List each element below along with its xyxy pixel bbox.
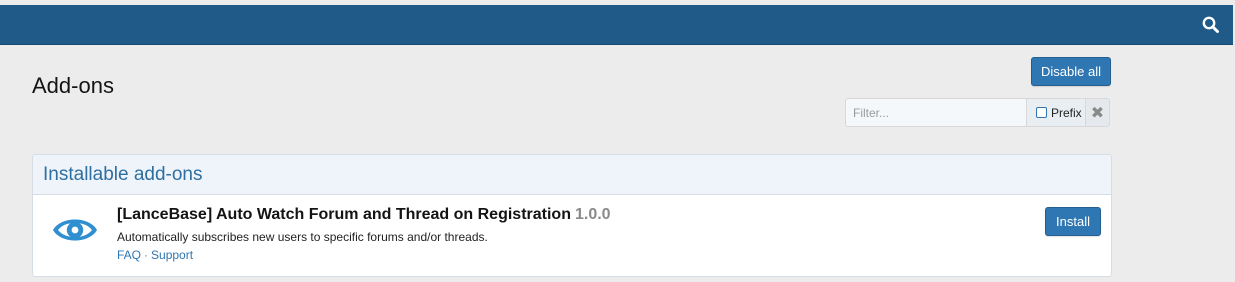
eye-icon bbox=[51, 211, 99, 249]
addon-title: [LanceBase] Auto Watch Forum and Thread … bbox=[117, 206, 611, 224]
addon-links: FAQ · Support bbox=[117, 248, 193, 262]
disable-all-button[interactable]: Disable all bbox=[1031, 57, 1111, 86]
prefix-label: Prefix bbox=[1051, 105, 1082, 120]
addon-row: [LanceBase] Auto Watch Forum and Thread … bbox=[33, 195, 1111, 275]
installable-addons-heading: Installable add-ons bbox=[33, 155, 1111, 195]
filter-bar: Prefix ✖ bbox=[845, 98, 1110, 127]
install-button[interactable]: Install bbox=[1045, 207, 1101, 236]
support-link[interactable]: Support bbox=[151, 248, 193, 262]
top-navigation-bar bbox=[0, 5, 1233, 45]
addon-version: 1.0.0 bbox=[574, 206, 611, 223]
addon-description: Automatically subscribes new users to sp… bbox=[117, 230, 488, 244]
page-title: Add-ons bbox=[32, 72, 114, 98]
prefix-checkbox[interactable] bbox=[1036, 107, 1047, 118]
search-icon[interactable] bbox=[1201, 15, 1221, 35]
installable-addons-block: Installable add-ons [LanceBase] Auto Wat… bbox=[32, 154, 1112, 277]
clear-filter-icon[interactable]: ✖ bbox=[1085, 98, 1110, 127]
faq-link[interactable]: FAQ bbox=[117, 248, 141, 262]
link-separator: · bbox=[144, 248, 149, 262]
filter-input[interactable] bbox=[845, 98, 1026, 127]
addon-title-text: [LanceBase] Auto Watch Forum and Thread … bbox=[117, 206, 571, 223]
prefix-toggle[interactable]: Prefix bbox=[1026, 98, 1085, 127]
